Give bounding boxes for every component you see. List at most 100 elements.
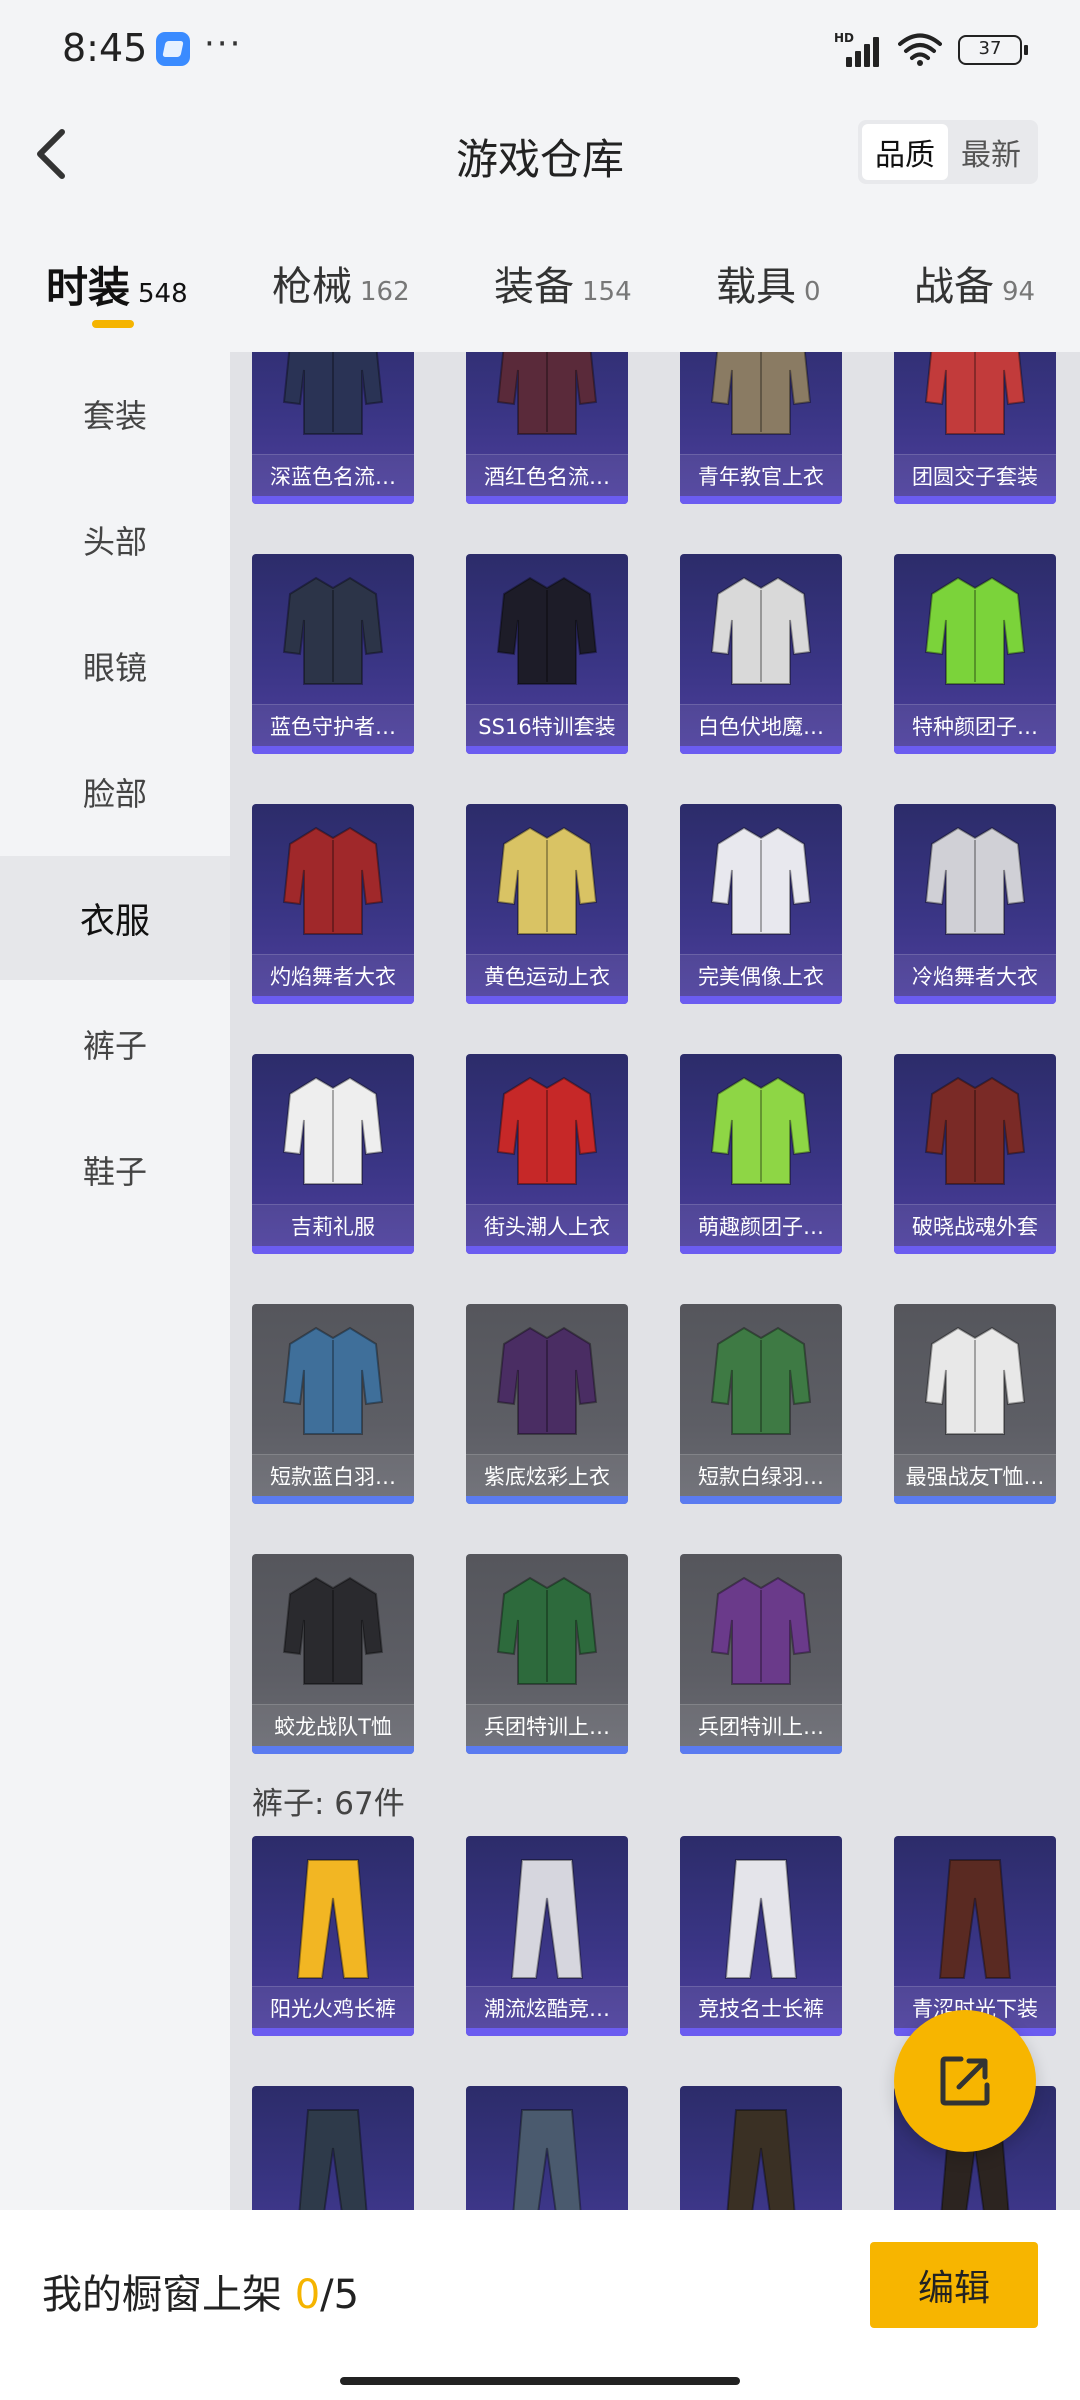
item-thumbnail <box>710 1326 812 1435</box>
item-card[interactable]: 街头潮人上衣 <box>466 1054 628 1254</box>
rarity-bar <box>466 1746 628 1754</box>
rarity-bar <box>252 1746 414 1754</box>
item-card[interactable]: 完美偶像上衣 <box>680 804 842 1004</box>
item-thumbnail <box>496 1076 598 1185</box>
tab-label: 装备 <box>494 264 574 310</box>
item-name: 最强战友T恤… <box>894 1454 1056 1496</box>
edit-button[interactable]: 编辑 <box>870 2242 1038 2328</box>
tab-weapons[interactable]: 枪械 162 <box>272 254 410 312</box>
sidebar: 套装 头部 眼镜 脸部 衣服 裤子 鞋子 <box>0 352 230 2212</box>
item-card[interactable]: SS16特训套装 <box>466 554 628 754</box>
sort-quality-button[interactable]: 品质 <box>862 124 948 180</box>
rarity-bar <box>894 1496 1056 1504</box>
item-card[interactable]: 竞技名士长裤 <box>680 1836 842 2036</box>
item-card[interactable]: 蛟龙战队T恤 <box>252 1554 414 1754</box>
bottom-bar: 我的橱窗上架 0/5 编辑 <box>0 2210 1080 2400</box>
sidebar-item-suits[interactable]: 套装 <box>0 352 230 476</box>
rarity-bar <box>466 2028 628 2036</box>
sort-latest-button[interactable]: 最新 <box>948 124 1034 180</box>
item-name: 特种颜团子… <box>894 704 1056 746</box>
header: 游戏仓库 品质 最新 <box>0 100 1080 210</box>
category-tabs: 时装 548 枪械 162 装备 154 载具 0 战备 94 <box>0 240 1080 340</box>
item-thumbnail <box>282 352 384 435</box>
sidebar-item-glasses[interactable]: 眼镜 <box>0 604 230 728</box>
item-thumbnail <box>710 826 812 935</box>
item-card[interactable]: 破晓战魂外套 <box>894 1054 1056 1254</box>
rarity-bar <box>680 1746 842 1754</box>
item-card[interactable]: 黄色运动上衣 <box>466 804 628 1004</box>
item-card[interactable]: 团圆交子套装 <box>894 352 1056 504</box>
item-card[interactable]: 紫底炫彩上衣 <box>466 1304 628 1504</box>
item-card[interactable]: 冷焰舞者大衣 <box>894 804 1056 1004</box>
item-card[interactable] <box>466 2086 628 2210</box>
tab-label: 载具 <box>716 264 796 310</box>
item-name: 吉莉礼服 <box>252 1204 414 1246</box>
item-name: 深蓝色名流… <box>252 454 414 496</box>
tab-count: 548 <box>138 279 188 309</box>
item-card[interactable]: 短款蓝白羽… <box>252 1304 414 1504</box>
item-card[interactable]: 萌趣颜团子… <box>680 1054 842 1254</box>
tab-count: 162 <box>360 277 410 307</box>
tab-label: 战备 <box>914 264 994 310</box>
tab-count: 94 <box>1002 277 1036 307</box>
item-name: 破晓战魂外套 <box>894 1204 1056 1246</box>
item-card[interactable]: 阳光火鸡长裤 <box>252 1836 414 2036</box>
tab-fashion[interactable]: 时装 548 <box>46 254 188 315</box>
home-indicator <box>340 2377 740 2385</box>
item-thumbnail <box>496 1326 598 1435</box>
item-card[interactable]: 酒红色名流… <box>466 352 628 504</box>
tab-supplies[interactable]: 战备 94 <box>914 254 1035 312</box>
item-name: 紫底炫彩上衣 <box>466 1454 628 1496</box>
item-card[interactable]: 兵团特训上… <box>466 1554 628 1754</box>
item-card[interactable]: 青涩时光下装 <box>894 1836 1056 2036</box>
tab-label: 枪械 <box>272 264 352 310</box>
sidebar-item-head[interactable]: 头部 <box>0 478 230 602</box>
rarity-bar <box>252 746 414 754</box>
item-thumbnail <box>726 2109 796 2210</box>
share-button[interactable] <box>894 2010 1036 2152</box>
sidebar-item-shoes[interactable]: 鞋子 <box>0 1108 230 1232</box>
item-card[interactable]: 白色伏地魔… <box>680 554 842 754</box>
item-card[interactable]: 最强战友T恤… <box>894 1304 1056 1504</box>
sidebar-item-pants[interactable]: 裤子 <box>0 982 230 1106</box>
item-card[interactable]: 吉莉礼服 <box>252 1054 414 1254</box>
item-thumbnail <box>496 826 598 935</box>
item-card[interactable]: 特种颜团子… <box>894 554 1056 754</box>
item-name: 冷焰舞者大衣 <box>894 954 1056 996</box>
item-card[interactable]: 短款白绿羽… <box>680 1304 842 1504</box>
rarity-bar <box>680 996 842 1004</box>
item-name: 灼焰舞者大衣 <box>252 954 414 996</box>
rarity-bar <box>252 996 414 1004</box>
item-card[interactable] <box>252 2086 414 2210</box>
item-thumbnail <box>496 1576 598 1685</box>
rarity-bar <box>466 996 628 1004</box>
showcase-status: 我的橱窗上架 0/5 <box>42 2262 359 2320</box>
item-card[interactable]: 兵团特训上… <box>680 1554 842 1754</box>
rarity-bar <box>894 746 1056 754</box>
item-card[interactable]: 潮流炫酷竞… <box>466 1836 628 2036</box>
item-grid: 深蓝色名流… 酒红色名流… 青年教官上衣 团圆交子套装蓝色守护者… SS16特训套装 白色… <box>230 352 1080 2210</box>
item-card[interactable]: 灼焰舞者大衣 <box>252 804 414 1004</box>
sidebar-item-clothes[interactable]: 衣服 <box>0 856 230 980</box>
rarity-bar <box>466 1246 628 1254</box>
item-card[interactable] <box>680 2086 842 2210</box>
rarity-bar <box>252 496 414 504</box>
sidebar-item-face[interactable]: 脸部 <box>0 730 230 854</box>
item-card[interactable]: 蓝色守护者… <box>252 554 414 754</box>
item-thumbnail <box>710 352 812 435</box>
rarity-bar <box>894 496 1056 504</box>
item-thumbnail <box>282 1576 384 1685</box>
tab-equipment[interactable]: 装备 154 <box>494 254 632 312</box>
item-card[interactable]: 青年教官上衣 <box>680 352 842 504</box>
tab-label: 时装 <box>46 263 131 312</box>
item-name: 短款白绿羽… <box>680 1454 842 1496</box>
item-name: 竞技名士长裤 <box>680 1986 842 2028</box>
item-name: 短款蓝白羽… <box>252 1454 414 1496</box>
status-bar: 8:45 ··· HD 37 <box>0 0 1080 100</box>
item-name: 蓝色守护者… <box>252 704 414 746</box>
rarity-bar <box>466 496 628 504</box>
item-name: 兵团特训上… <box>680 1704 842 1746</box>
item-card[interactable]: 深蓝色名流… <box>252 352 414 504</box>
tab-vehicles[interactable]: 载具 0 <box>716 254 821 312</box>
battery-indicator: 37 <box>958 35 1028 65</box>
